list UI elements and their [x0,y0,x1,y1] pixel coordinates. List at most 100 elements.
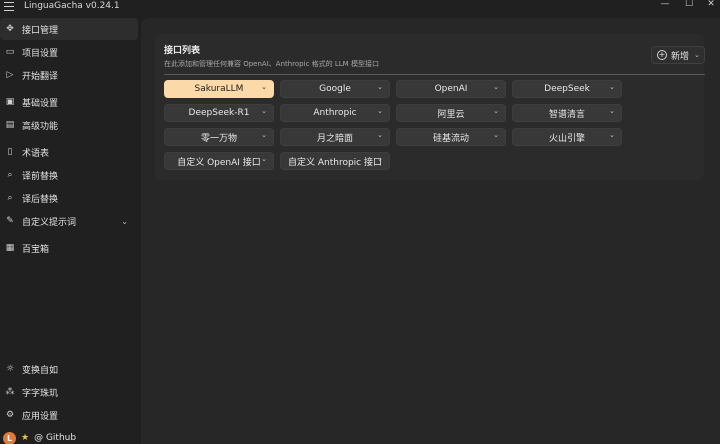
hamburger-menu-icon[interactable] [4,2,14,11]
text-icon: ⁂ [5,387,15,397]
add-platform-button[interactable]: + 新增 ⌄ [651,46,705,64]
chevron-down-icon: ⌄ [377,83,383,91]
chevron-down-icon: ⌄ [493,83,499,91]
platform-label: 火山引擎 [548,133,585,144]
platform-label: DeepSeek [544,84,590,94]
chevron-down-icon: ⌄ [694,51,700,59]
sidebar-item-label: 译前替换 [22,171,59,182]
platform-button-custom-anthropic[interactable]: 自定义 Anthropic 接口 ⌄ [280,152,390,170]
folder-icon: ▭ [5,47,15,57]
add-button-label: 新增 [671,51,690,62]
platform-button-openai[interactable]: OpenAI ⌄ [396,80,506,98]
minimize-button[interactable]: — [658,0,672,10]
card-title: 接口列表 [164,46,201,56]
edit-icon: ✎ [6,216,14,226]
sidebar-item-pre-replacement[interactable]: ⌕ 译前替换 [0,164,138,186]
chevron-down-icon: ⌄ [377,107,383,115]
platform-label: Anthropic [313,108,357,118]
platform-label: 智谱清言 [548,109,585,120]
sidebar: ✥ 接口管理 ▭ 项目设置 ▷ 开始翻译 ▣ 基础设置 ▤ 高级功能 ▯ 术语表… [0,14,140,444]
sidebar-item-label: 基础设置 [22,98,59,109]
search-icon: ⌕ [7,193,13,203]
theme-icon: ☼ [5,364,15,374]
interface-icon: ✥ [6,24,14,34]
sidebar-item-theme-switch[interactable]: ☼ 变换自如 [0,358,138,380]
close-button[interactable]: ✕ [704,0,718,10]
platform-button-anthropic[interactable]: Anthropic ⌄ [280,104,390,122]
sidebar-item-label: 高级功能 [22,121,59,132]
sidebar-item-github[interactable]: L ★ @ Github [0,427,138,444]
sidebar-item-font[interactable]: ⁂ 字字珠玑 [0,381,138,403]
sidebar-item-basic-settings[interactable]: ▣ 基础设置 [0,91,138,113]
platform-button-deepseek-r1[interactable]: DeepSeek-R1 ⌄ [164,104,274,122]
platform-button-zhipu[interactable]: 智谱清言 ⌄ [512,104,622,122]
platform-button-aliyun[interactable]: 阿里云 ⌄ [396,104,506,122]
sidebar-item-toolbox[interactable]: ▦ 百宝箱 [0,237,138,259]
sidebar-item-glossary[interactable]: ▯ 术语表 [0,141,138,163]
book-icon: ▯ [7,147,13,157]
title-bar: LinguaGacha v0.24.1 — ☐ ✕ [0,0,720,14]
platform-label: 月之暗面 [316,133,353,144]
chevron-down-icon: ⌄ [377,155,383,163]
platform-label: OpenAI [434,84,468,94]
platform-button-moonshot[interactable]: 月之暗面 ⌄ [280,128,390,146]
search-icon: ⌕ [7,170,13,180]
platform-button-sakurallm[interactable]: SakuraLLM ⌄ [164,80,274,98]
platform-list-card: 接口列表 在此添加和管理任何兼容 OpenAI、Anthropic 格式的 LL… [155,34,705,180]
platform-button-custom-openai[interactable]: 自定义 OpenAI 接口 ⌄ [164,152,274,170]
card-subtitle: 在此添加和管理任何兼容 OpenAI、Anthropic 格式的 LLM 模型接… [164,60,379,68]
sidebar-item-advanced-features[interactable]: ▤ 高级功能 [0,114,138,136]
github-link[interactable]: @ Github [34,433,76,443]
platform-label: 零一万物 [200,133,237,144]
chevron-down-icon: ⌄ [493,107,499,115]
platform-label: SakuraLLM [194,84,244,94]
toolbox-icon: ▦ [5,243,15,253]
sidebar-item-start-translation[interactable]: ▷ 开始翻译 [0,64,138,86]
main-panel: 接口列表 在此添加和管理任何兼容 OpenAI、Anthropic 格式的 LL… [141,18,720,444]
platform-button-google[interactable]: Google ⌄ [280,80,390,98]
sidebar-item-label: 接口管理 [22,25,59,36]
sidebar-item-post-replacement[interactable]: ⌕ 译后替换 [0,187,138,209]
platform-label: Google [319,84,351,94]
maximize-button[interactable]: ☐ [682,0,696,10]
star-icon: ★ [21,433,30,443]
divider [164,74,705,75]
sidebar-item-project-settings[interactable]: ▭ 项目设置 [0,41,138,63]
sidebar-item-label: 术语表 [22,148,50,159]
chevron-down-icon[interactable]: ⌄ [121,217,128,226]
plus-circle-icon: + [657,50,667,60]
sidebar-item-custom-prompt[interactable]: ✎ 自定义提示词 ⌄ [0,210,138,232]
sidebar-item-label: 应用设置 [22,411,59,422]
settings-icon: ▣ [5,97,15,107]
sidebar-item-label: 百宝箱 [22,244,50,255]
sidebar-item-label: 自定义提示词 [22,217,77,228]
avatar: L [3,431,16,444]
advanced-icon: ▤ [5,120,15,130]
play-icon: ▷ [6,70,14,80]
chevron-down-icon: ⌄ [261,155,267,163]
platform-label: 硅基流动 [432,133,469,144]
platform-label: 自定义 Anthropic 接口 [288,157,382,168]
platform-button-deepseek[interactable]: DeepSeek ⌄ [512,80,622,98]
sidebar-item-interface-management[interactable]: ✥ 接口管理 [0,18,138,40]
chevron-down-icon: ⌄ [261,131,267,139]
sidebar-item-app-settings[interactable]: ⚙ 应用设置 [0,404,138,426]
chevron-down-icon: ⌄ [609,131,615,139]
platform-button-01ai[interactable]: 零一万物 ⌄ [164,128,274,146]
gear-icon: ⚙ [5,410,15,420]
chevron-down-icon: ⌄ [609,107,615,115]
platform-label: 阿里云 [437,109,465,120]
sidebar-item-label: 变换自如 [22,365,59,376]
chevron-down-icon: ⌄ [493,131,499,139]
sidebar-item-label: 开始翻译 [22,71,59,82]
chevron-down-icon: ⌄ [261,83,267,91]
platform-button-volcengine[interactable]: 火山引擎 ⌄ [512,128,622,146]
sidebar-item-label: 字字珠玑 [22,388,59,399]
platform-label: DeepSeek-R1 [188,108,250,118]
chevron-down-icon: ⌄ [377,131,383,139]
chevron-down-icon: ⌄ [609,83,615,91]
platform-label: 自定义 OpenAI 接口 [177,157,261,168]
sidebar-item-label: 译后替换 [22,194,59,205]
app-title: LinguaGacha v0.24.1 [24,1,120,11]
platform-button-siliconflow[interactable]: 硅基流动 ⌄ [396,128,506,146]
